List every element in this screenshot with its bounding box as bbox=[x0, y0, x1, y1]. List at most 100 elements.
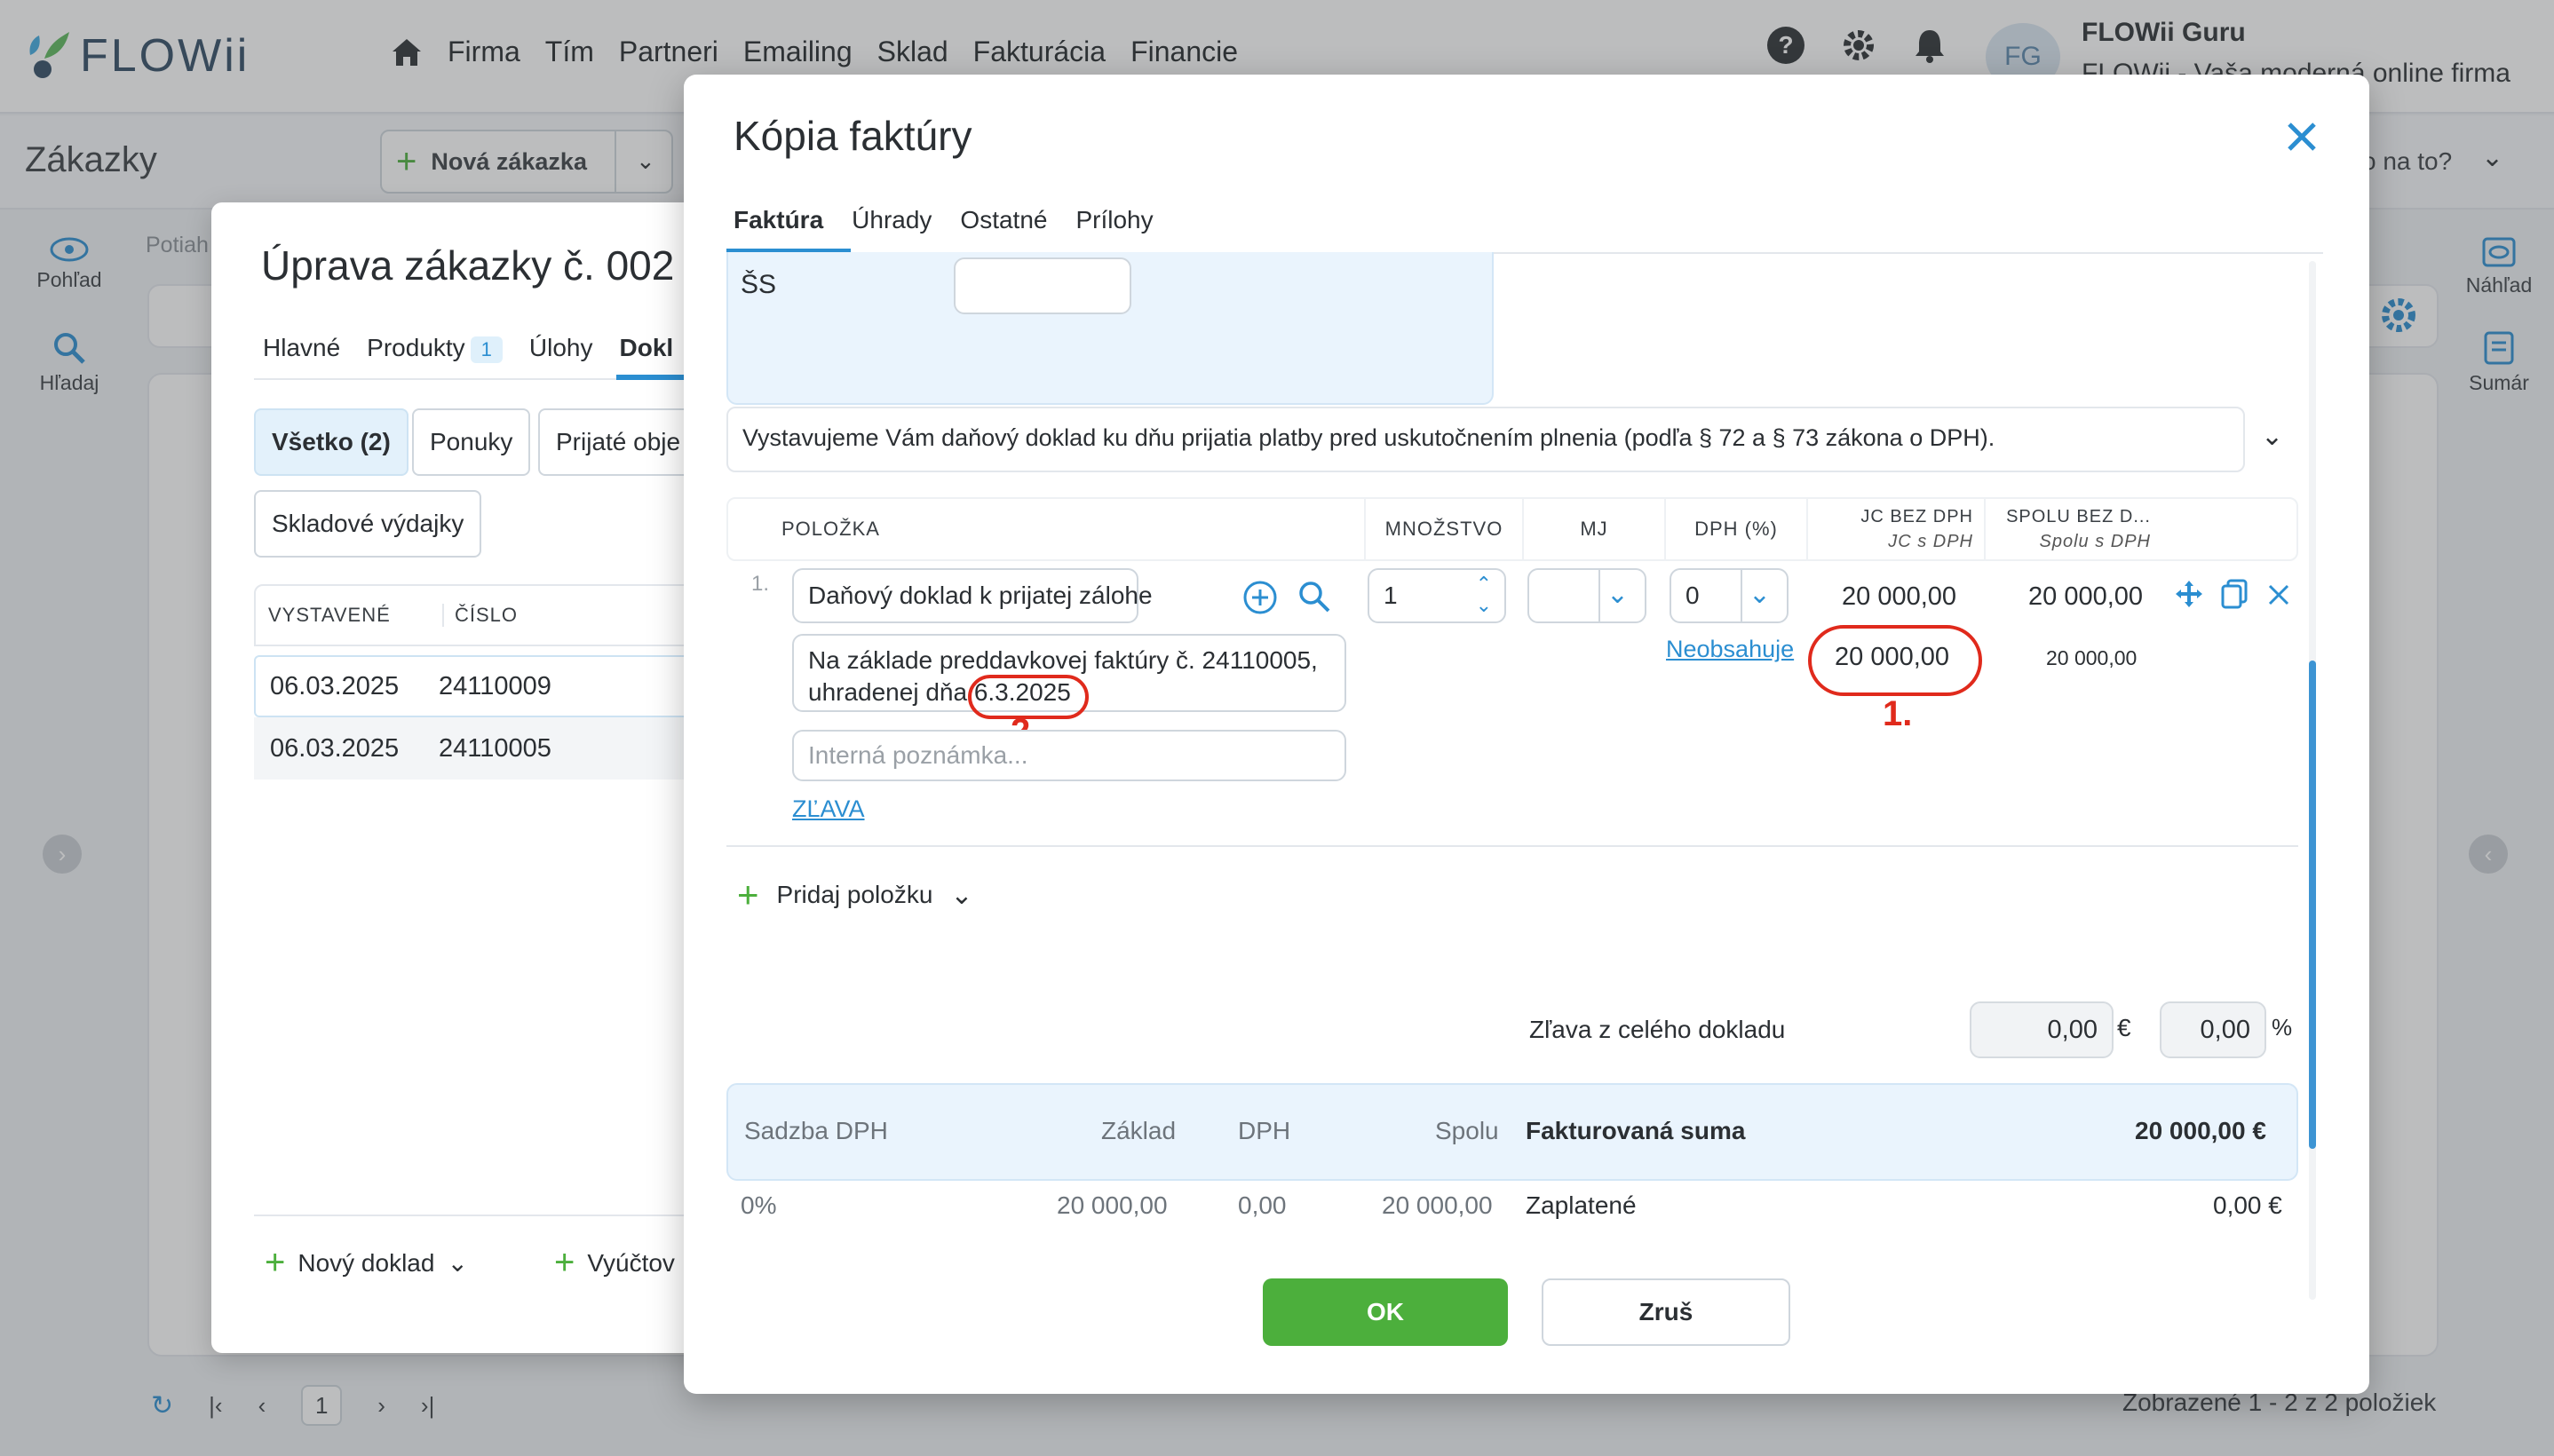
billing-label: Vyúčtov bbox=[587, 1248, 675, 1277]
invoiced-amount-label: Fakturovaná suma bbox=[1526, 1117, 1746, 1144]
ok-button[interactable]: OK bbox=[1263, 1278, 1508, 1346]
quantity-stepper[interactable]: 1 ⌃ ⌄ bbox=[1368, 568, 1506, 623]
filter-all[interactable]: Všetko (2) bbox=[254, 408, 408, 476]
vat-select[interactable]: 0 ⌄ bbox=[1670, 568, 1789, 623]
stepper-arrows-icon[interactable]: ⌃ ⌄ bbox=[1476, 574, 1492, 616]
vat-content-link[interactable]: Neobsahuje bbox=[1666, 636, 1794, 663]
row-date: 06.03.2025 bbox=[270, 671, 400, 700]
discount-link[interactable]: ZĽAVA bbox=[792, 795, 865, 823]
add-circle-icon[interactable] bbox=[1241, 579, 1279, 616]
ss-input[interactable] bbox=[954, 257, 1131, 314]
col-unit: MJ bbox=[1522, 499, 1664, 559]
unit-select[interactable]: ⌄ bbox=[1527, 568, 1646, 623]
sum-header-base: Základ bbox=[1101, 1117, 1177, 1144]
chevron-down-icon: ⌄ bbox=[950, 880, 973, 910]
col-issued: VYSTAVENÉ bbox=[268, 604, 391, 626]
plus-icon: + bbox=[737, 874, 759, 915]
close-icon[interactable] bbox=[2282, 117, 2321, 156]
col-qty: MNOŽSTVO bbox=[1364, 499, 1522, 559]
sum-total: 20 000,00 bbox=[1382, 1191, 1493, 1219]
annotation-oval bbox=[1808, 625, 1982, 696]
tab-payments[interactable]: Úhrady bbox=[852, 206, 932, 234]
sum-header-rate: Sadzba DPH bbox=[744, 1117, 888, 1144]
invoice-note[interactable]: Vystavujeme Vám daňový doklad ku dňu pri… bbox=[726, 407, 2245, 472]
col-number: ČÍSLO bbox=[442, 604, 518, 627]
percent-sign: % bbox=[2272, 1014, 2293, 1041]
add-item-button[interactable]: + Pridaj položku ⌄ bbox=[737, 874, 973, 916]
col-total: SPOLU BEZ D... Spolu s DPH bbox=[1984, 499, 2161, 559]
chevron-down-icon[interactable]: ⌄ bbox=[2261, 421, 2283, 452]
internal-note-input[interactable]: Interná poznámka... bbox=[792, 730, 1346, 781]
tab-documents[interactable]: Dokl bbox=[620, 334, 674, 363]
row-number: 24110009 bbox=[439, 671, 551, 700]
unit-price-value[interactable]: 20 000,00 bbox=[1842, 582, 1956, 612]
description-line-1: Na základe preddavkovej faktúry č. 24110… bbox=[808, 646, 1318, 674]
currency-sign: € bbox=[2117, 1014, 2131, 1041]
paid-value: 0,00 € bbox=[2213, 1191, 2282, 1219]
new-document-label: Nový doklad bbox=[297, 1248, 435, 1277]
tab-products[interactable]: Produkty 1 bbox=[367, 334, 503, 363]
chevron-down-icon: ⌄ bbox=[1606, 580, 1629, 609]
sum-vat: 0,00 bbox=[1238, 1191, 1287, 1219]
paid-label: Zaplatené bbox=[1526, 1191, 1637, 1219]
col-vat: DPH (%) bbox=[1664, 499, 1806, 559]
sum-rate: 0% bbox=[741, 1191, 777, 1219]
invoiced-amount-value: 20 000,00 € bbox=[2135, 1117, 2266, 1144]
order-edit-dialog: Úprava zákazky č. 002 Hlavné Produkty 1 Ú… bbox=[211, 202, 762, 1353]
col-total-vat-label: Spolu s DPH bbox=[2039, 532, 2151, 551]
divider bbox=[1741, 570, 1742, 621]
col-unit-price-label: JC BEZ DPH bbox=[1860, 507, 1973, 526]
total-vat-value: 20 000,00 bbox=[2046, 646, 2138, 669]
sum-base: 20 000,00 bbox=[1057, 1191, 1168, 1219]
total-value: 20 000,00 bbox=[2028, 582, 2144, 611]
divider bbox=[1598, 570, 1600, 621]
description-prefix: uhradenej dňa bbox=[808, 678, 974, 706]
invoice-tabs: Faktúra Úhrady Ostatné Prílohy bbox=[734, 206, 1154, 234]
order-dialog-title: Úprava zákazky č. 002 bbox=[261, 242, 675, 289]
quantity-value: 1 bbox=[1384, 582, 1398, 609]
move-icon[interactable] bbox=[2174, 579, 2204, 609]
sum-header-vat: DPH bbox=[1238, 1117, 1291, 1144]
document-discount-amount[interactable]: 0,00 bbox=[1970, 1001, 2114, 1058]
row-number: 24110005 bbox=[439, 733, 551, 763]
annotation-label: 1. bbox=[1883, 694, 1913, 733]
search-icon[interactable] bbox=[1297, 579, 1332, 614]
products-count-badge: 1 bbox=[470, 336, 503, 363]
items-header: POLOŽKA MNOŽSTVO MJ DPH (%) JC BEZ DPH J… bbox=[726, 497, 2298, 561]
new-document-button[interactable]: + Nový doklad ⌄ bbox=[265, 1243, 468, 1283]
items-divider bbox=[726, 845, 2298, 847]
tab-tasks[interactable]: Úlohy bbox=[529, 334, 593, 363]
document-discount-percent[interactable]: 0,00 bbox=[2160, 1001, 2266, 1058]
add-item-label: Pridaj položku bbox=[776, 881, 933, 908]
tab-main[interactable]: Hlavné bbox=[263, 334, 340, 363]
col-total-label: SPOLU BEZ D... bbox=[2006, 507, 2151, 526]
order-tabs: Hlavné Produkty 1 Úlohy Dokl bbox=[263, 334, 673, 363]
vat-value: 0 bbox=[1685, 582, 1700, 609]
chevron-down-icon: ⌄ bbox=[447, 1249, 468, 1277]
filter-stock-issues[interactable]: Skladové výdajky bbox=[254, 490, 482, 558]
item-name-input[interactable]: Daňový doklad k prijatej zálohe bbox=[792, 568, 1153, 623]
sum-header-total: Spolu bbox=[1435, 1117, 1499, 1144]
tab-attachments[interactable]: Prílohy bbox=[1075, 206, 1153, 234]
tab-products-label: Produkty bbox=[367, 334, 465, 361]
chevron-down-icon: ⌄ bbox=[1748, 580, 1771, 609]
cancel-button[interactable]: Zruš bbox=[1542, 1278, 1790, 1346]
filter-offers[interactable]: Ponuky bbox=[412, 408, 531, 476]
tab-other[interactable]: Ostatné bbox=[960, 206, 1047, 234]
row-date: 06.03.2025 bbox=[270, 733, 400, 763]
scrollbar-thumb[interactable] bbox=[2309, 661, 2316, 1149]
document-discount-label: Zľava z celého dokladu bbox=[1529, 1016, 1786, 1043]
billing-button[interactable]: + Vyúčtov bbox=[554, 1243, 675, 1283]
summary-panel bbox=[726, 1083, 2298, 1181]
dialog-title: Kópia faktúry bbox=[734, 113, 972, 159]
plus-icon: + bbox=[554, 1243, 575, 1282]
ss-label: ŠS bbox=[741, 270, 777, 299]
filter-received-orders[interactable]: Prijaté obje bbox=[538, 408, 699, 476]
tab-invoice[interactable]: Faktúra bbox=[734, 206, 823, 234]
col-item: POLOŽKA bbox=[781, 518, 880, 540]
plus-icon: + bbox=[265, 1243, 286, 1282]
col-unit-price-vat-label: JC s DPH bbox=[1888, 532, 1973, 551]
delete-icon[interactable] bbox=[2266, 582, 2291, 607]
col-unit-price: JC BEZ DPH JC s DPH bbox=[1806, 499, 1984, 559]
copy-icon[interactable] bbox=[2220, 579, 2249, 609]
